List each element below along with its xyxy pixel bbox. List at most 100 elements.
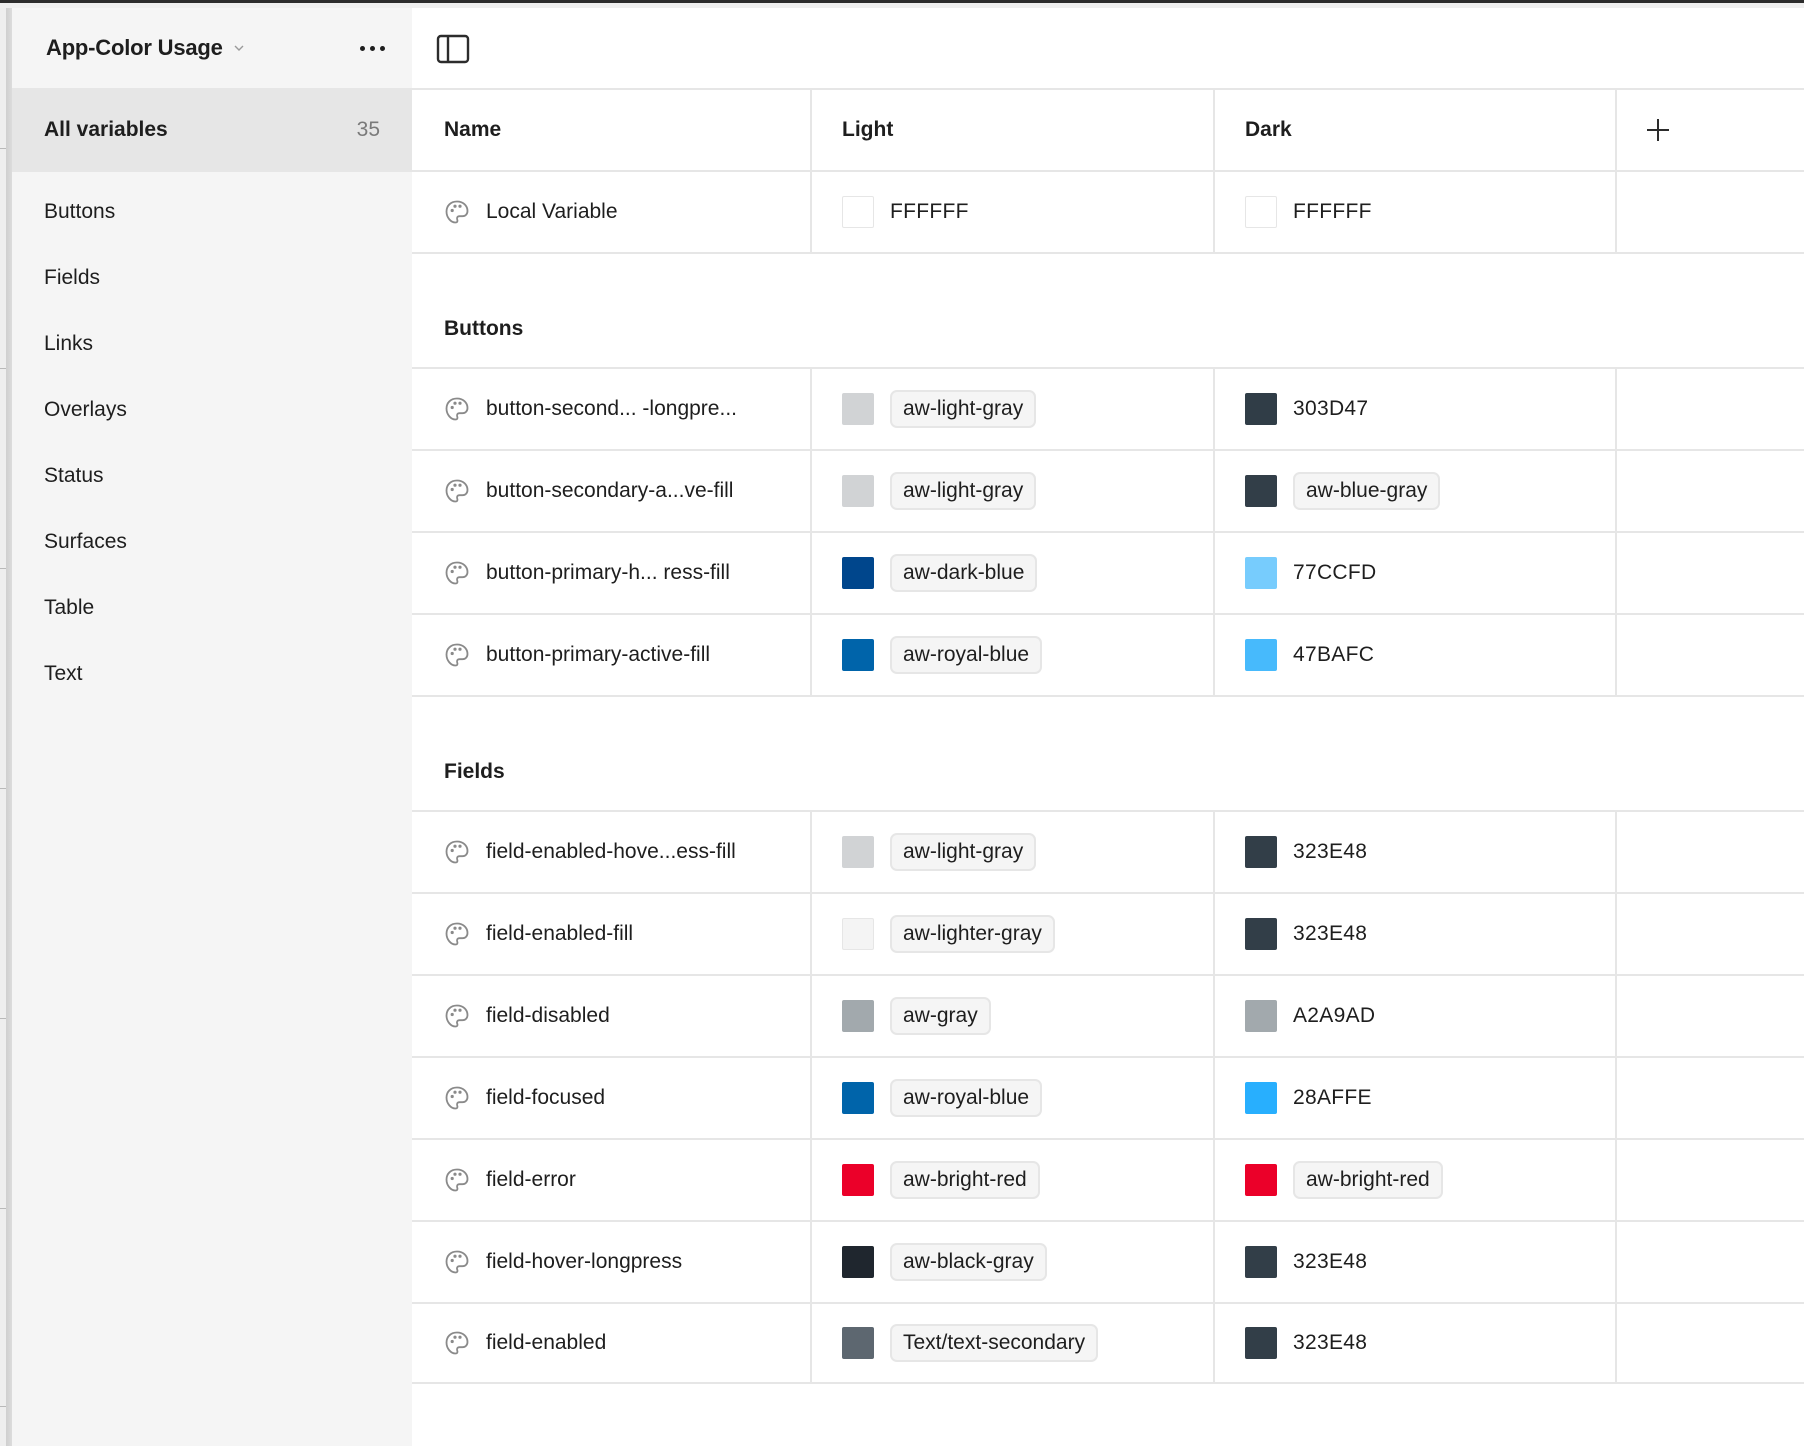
color-swatch[interactable]	[842, 475, 874, 507]
alias-chip[interactable]: aw-lighter-gray	[890, 915, 1055, 953]
column-header-light[interactable]: Light	[812, 90, 1215, 170]
color-swatch[interactable]	[842, 393, 874, 425]
dark-value-cell[interactable]: A2A9AD	[1215, 976, 1617, 1056]
dark-value-cell[interactable]: FFFFFF	[1215, 172, 1617, 252]
table-row[interactable]: field-hover-longpress aw-black-gray 323E…	[412, 1220, 1804, 1302]
color-swatch[interactable]	[1245, 639, 1277, 671]
color-swatch[interactable]	[1245, 1246, 1277, 1278]
dark-value-cell[interactable]: 323E48	[1215, 894, 1617, 974]
color-swatch[interactable]	[1245, 1082, 1277, 1114]
dark-value-cell[interactable]: 28AFFE	[1215, 1058, 1617, 1138]
alias-chip[interactable]: aw-bright-red	[890, 1161, 1040, 1199]
sidebar-item-fields[interactable]: Fields	[12, 245, 412, 311]
color-swatch[interactable]	[1245, 918, 1277, 950]
color-swatch[interactable]	[842, 639, 874, 671]
alias-chip[interactable]: aw-black-gray	[890, 1243, 1047, 1281]
color-swatch[interactable]	[842, 1327, 874, 1359]
color-swatch[interactable]	[842, 196, 874, 228]
sidebar-item-status[interactable]: Status	[12, 443, 412, 509]
variable-name-cell[interactable]: button-primary-active-fill	[412, 615, 812, 695]
alias-chip[interactable]: aw-light-gray	[890, 833, 1037, 871]
table-row[interactable]: field-enabled-fill aw-lighter-gray 323E4…	[412, 892, 1804, 974]
dark-value-cell[interactable]: 323E48	[1215, 812, 1617, 892]
light-value-cell[interactable]: aw-black-gray	[812, 1222, 1215, 1302]
alias-chip[interactable]: aw-royal-blue	[890, 1079, 1043, 1117]
color-swatch[interactable]	[1245, 557, 1277, 589]
table-row[interactable]: button-second... -longpre... aw-light-gr…	[412, 367, 1804, 449]
variable-name-cell[interactable]: field-hover-longpress	[412, 1222, 812, 1302]
alias-chip[interactable]: aw-royal-blue	[890, 636, 1043, 674]
dark-value-cell[interactable]: 47BAFC	[1215, 615, 1617, 695]
color-swatch[interactable]	[842, 918, 874, 950]
color-swatch[interactable]	[842, 1246, 874, 1278]
sidebar-item-all-variables[interactable]: All variables 35	[12, 88, 412, 172]
sidebar-panel-icon[interactable]	[436, 34, 470, 64]
light-value-cell[interactable]: Text/text-secondary	[812, 1304, 1215, 1382]
dark-value-cell[interactable]: 323E48	[1215, 1222, 1617, 1302]
sidebar-item-overlays[interactable]: Overlays	[12, 377, 412, 443]
color-swatch[interactable]	[1245, 1164, 1277, 1196]
light-value-cell[interactable]: aw-dark-blue	[812, 533, 1215, 613]
variable-name-cell[interactable]: Local Variable	[412, 172, 812, 252]
color-swatch[interactable]	[842, 557, 874, 589]
variable-name-cell[interactable]: field-enabled-hove...ess-fill	[412, 812, 812, 892]
more-options-button[interactable]	[352, 32, 392, 64]
color-swatch[interactable]	[1245, 393, 1277, 425]
color-swatch[interactable]	[1245, 475, 1277, 507]
alias-chip[interactable]: aw-light-gray	[890, 390, 1037, 428]
dark-value-cell[interactable]: 77CCFD	[1215, 533, 1617, 613]
variable-name-cell[interactable]: field-error	[412, 1140, 812, 1220]
table-row[interactable]: button-primary-active-fill aw-royal-blue…	[412, 613, 1804, 695]
sidebar-item-surfaces[interactable]: Surfaces	[12, 509, 412, 575]
variable-name-cell[interactable]: field-disabled	[412, 976, 812, 1056]
collection-selector[interactable]: App-Color Usage	[46, 35, 245, 61]
alias-chip[interactable]: aw-blue-gray	[1293, 472, 1441, 510]
variable-name-cell[interactable]: button-primary-h... ress-fill	[412, 533, 812, 613]
color-swatch[interactable]	[842, 1164, 874, 1196]
column-header-name[interactable]: Name	[412, 90, 812, 170]
light-value-cell[interactable]: aw-gray	[812, 976, 1215, 1056]
light-value-cell[interactable]: aw-light-gray	[812, 451, 1215, 531]
variable-name-cell[interactable]: field-enabled-fill	[412, 894, 812, 974]
alias-chip[interactable]: aw-light-gray	[890, 472, 1037, 510]
table-row[interactable]: field-enabled Text/text-secondary 323E48	[412, 1302, 1804, 1384]
color-swatch[interactable]	[1245, 196, 1277, 228]
sidebar-item-links[interactable]: Links	[12, 311, 412, 377]
table-row[interactable]: button-primary-h... ress-fill aw-dark-bl…	[412, 531, 1804, 613]
dark-value-cell[interactable]: aw-bright-red	[1215, 1140, 1617, 1220]
sidebar-item-table[interactable]: Table	[12, 575, 412, 641]
light-value-cell[interactable]: aw-royal-blue	[812, 1058, 1215, 1138]
variable-name-cell[interactable]: field-enabled	[412, 1304, 812, 1382]
light-value-cell[interactable]: aw-light-gray	[812, 369, 1215, 449]
color-swatch[interactable]	[1245, 836, 1277, 868]
light-value-cell[interactable]: aw-bright-red	[812, 1140, 1215, 1220]
variable-name-cell[interactable]: button-second... -longpre...	[412, 369, 812, 449]
variable-name-cell[interactable]: button-secondary-a...ve-fill	[412, 451, 812, 531]
dark-value-cell[interactable]: 303D47	[1215, 369, 1617, 449]
light-value-cell[interactable]: aw-royal-blue	[812, 615, 1215, 695]
dark-value-cell[interactable]: 323E48	[1215, 1304, 1617, 1382]
light-value-cell[interactable]: FFFFFF	[812, 172, 1215, 252]
plus-icon[interactable]	[1645, 117, 1671, 143]
color-swatch[interactable]	[842, 836, 874, 868]
variable-name-cell[interactable]: field-focused	[412, 1058, 812, 1138]
alias-chip[interactable]: aw-bright-red	[1293, 1161, 1443, 1199]
table-row[interactable]: field-disabled aw-gray A2A9AD	[412, 974, 1804, 1056]
sidebar-item-text[interactable]: Text	[12, 641, 412, 707]
color-swatch[interactable]	[1245, 1000, 1277, 1032]
color-swatch[interactable]	[842, 1082, 874, 1114]
column-header-dark[interactable]: Dark	[1215, 90, 1617, 170]
alias-chip[interactable]: aw-gray	[890, 997, 991, 1035]
alias-chip[interactable]: Text/text-secondary	[890, 1324, 1099, 1362]
table-row[interactable]: field-focused aw-royal-blue 28AFFE	[412, 1056, 1804, 1138]
table-row[interactable]: Local Variable FFFFFF FFFFFF	[412, 170, 1804, 252]
sidebar-item-buttons[interactable]: Buttons	[12, 179, 412, 245]
color-swatch[interactable]	[1245, 1327, 1277, 1359]
table-row[interactable]: button-secondary-a...ve-fill aw-light-gr…	[412, 449, 1804, 531]
light-value-cell[interactable]: aw-lighter-gray	[812, 894, 1215, 974]
light-value-cell[interactable]: aw-light-gray	[812, 812, 1215, 892]
color-swatch[interactable]	[842, 1000, 874, 1032]
alias-chip[interactable]: aw-dark-blue	[890, 554, 1038, 592]
table-row[interactable]: field-error aw-bright-red aw-bright-red	[412, 1138, 1804, 1220]
table-row[interactable]: field-enabled-hove...ess-fill aw-light-g…	[412, 810, 1804, 892]
